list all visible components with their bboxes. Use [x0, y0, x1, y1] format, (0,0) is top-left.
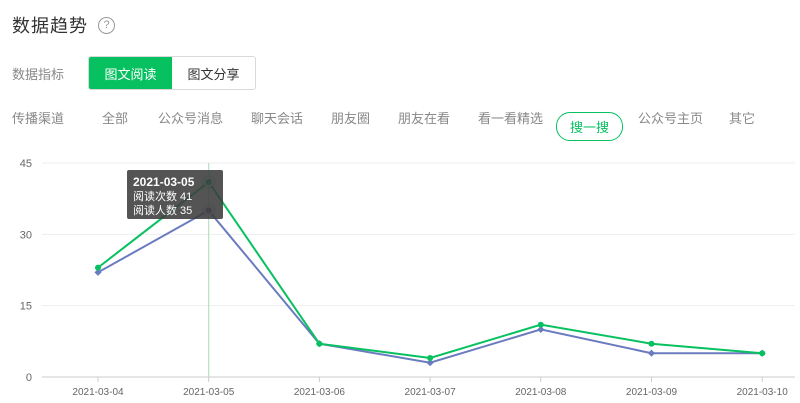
- data-point: [537, 321, 544, 328]
- tab-moments[interactable]: 朋友圈: [331, 108, 370, 127]
- x-tick-label: 2021-03-04: [72, 387, 124, 398]
- data-point: [427, 354, 434, 361]
- tab-chat[interactable]: 聊天会话: [251, 108, 303, 127]
- title-row: 数据趋势 ?: [12, 12, 115, 38]
- tooltip-readers: 阅读人数 35: [133, 205, 193, 217]
- channel-label: 传播渠道: [12, 110, 65, 126]
- y-tick-label: 0: [26, 372, 32, 384]
- data-point: [648, 340, 655, 347]
- metric-toggle: 图文阅读 图文分享: [88, 56, 256, 90]
- data-point: [95, 264, 101, 271]
- tab-top-stories[interactable]: 看一看精选: [478, 108, 543, 127]
- y-tick-label: 30: [20, 229, 32, 241]
- x-tick-label: 2021-03-10: [737, 387, 789, 398]
- tab-official-message[interactable]: 公众号消息: [158, 108, 223, 127]
- series-line-1: [97, 209, 763, 364]
- help-icon[interactable]: ?: [98, 16, 115, 34]
- trend-chart[interactable]: 0 15 30 45 2021-03-04 2021-03-05 2021-03-06 202…: [0, 150, 800, 403]
- tab-search[interactable]: 搜一搜: [556, 112, 624, 141]
- tab-other[interactable]: 其它: [729, 108, 755, 127]
- y-tick-label: 45: [20, 158, 32, 170]
- tooltip-reads: 阅读次数 41: [133, 191, 193, 203]
- y-tick-label: 15: [20, 301, 32, 313]
- tooltip-date: 2021-03-05: [133, 175, 195, 189]
- page-title: 数据趋势: [12, 16, 88, 36]
- x-tick-label: 2021-03-09: [626, 387, 678, 398]
- metric-row: 数据指标 图文阅读 图文分享: [12, 56, 256, 90]
- metric-share-button[interactable]: 图文分享: [172, 57, 255, 89]
- data-point: [647, 349, 656, 357]
- x-tick-label: 2021-03-06: [294, 387, 346, 398]
- data-point: [759, 350, 766, 357]
- x-tick-label: 2021-03-08: [515, 387, 567, 398]
- data-point: [316, 340, 323, 347]
- chart-tooltip: 2021-03-05 阅读次数 41 阅读人数 35: [127, 170, 223, 219]
- tab-official-homepage[interactable]: 公众号主页: [638, 108, 703, 127]
- x-tick-label: 2021-03-05: [183, 387, 235, 398]
- tab-all[interactable]: 全部: [102, 108, 128, 127]
- metric-read-button[interactable]: 图文阅读: [89, 57, 172, 89]
- tab-friends-watching[interactable]: 朋友在看: [398, 108, 450, 127]
- channel-row: 传播渠道 全部 公众号消息 聊天会话 朋友圈 朋友在看 看一看精选 搜一搜 公众…: [12, 104, 755, 141]
- x-tick-label: 2021-03-07: [405, 387, 457, 398]
- metric-label: 数据指标: [12, 66, 65, 82]
